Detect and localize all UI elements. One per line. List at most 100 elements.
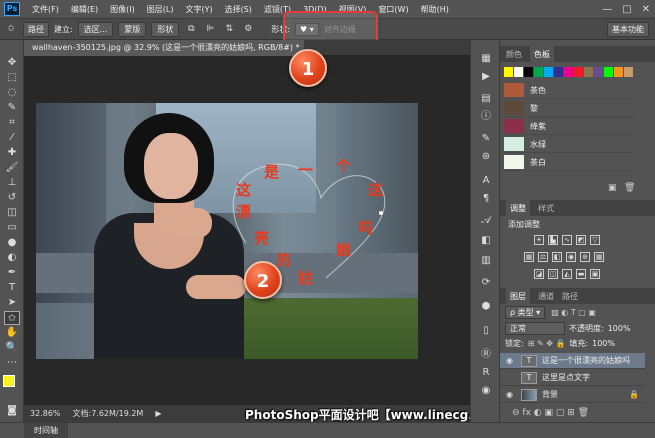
swatch-cell[interactable]	[604, 67, 613, 77]
crop-tool-icon[interactable]: ⌗	[4, 116, 20, 130]
swatch-row[interactable]: 茶色	[504, 82, 634, 99]
tab-channels[interactable]: 通道	[538, 291, 554, 302]
shape-button[interactable]: 形状	[151, 21, 180, 37]
blur-tool-icon[interactable]: ●	[4, 236, 20, 250]
swatch-cell[interactable]	[554, 67, 563, 77]
brush-panel-icon[interactable]: ✎	[478, 132, 494, 146]
posterize-icon[interactable]: ◫	[548, 269, 558, 279]
path-operations-icon[interactable]: ⧉	[184, 22, 198, 36]
menu-window[interactable]: 窗口(W)	[372, 4, 414, 15]
zoom-tool-icon[interactable]: 🔍	[4, 341, 20, 355]
invert-icon[interactable]: ◪	[534, 269, 544, 279]
custom-shape-tool-active-icon[interactable]: ✩	[4, 311, 20, 325]
menu-layer[interactable]: 图层(L)	[141, 4, 180, 15]
tool-mode-select[interactable]: 路径	[23, 21, 49, 37]
threshold-icon[interactable]: ◭	[562, 269, 572, 279]
swatch-cell[interactable]	[524, 67, 533, 77]
menu-file[interactable]: 文件(F)	[26, 4, 65, 15]
actions-panel-icon[interactable]: ▶	[478, 70, 494, 84]
tab-paths[interactable]: 路径	[562, 291, 578, 302]
selection-button[interactable]: 选区...	[77, 21, 114, 37]
r-panel-icon[interactable]: R	[478, 366, 494, 380]
more-tools-icon[interactable]: ⋯	[4, 356, 20, 370]
tab-layers[interactable]: 图层	[506, 287, 530, 305]
eyedropper-tool-icon[interactable]: ⁄	[4, 131, 20, 145]
menu-image[interactable]: 图像(I)	[104, 4, 141, 15]
gradient-tool-icon[interactable]: ▭	[4, 221, 20, 235]
layer-footer-icons[interactable]: ⊖ fx ◐ ▣ ▢ ⊞ 🗑	[512, 408, 589, 418]
quick-mask-icon[interactable]: ◙	[4, 404, 20, 418]
paragraph-panel-icon[interactable]: ¶	[478, 192, 494, 206]
type-tool-icon[interactable]: T	[4, 281, 20, 295]
menu-select[interactable]: 选择(S)	[219, 4, 258, 15]
selective-color-icon[interactable]: ▣	[590, 269, 600, 279]
stamp-tool-icon[interactable]: ⊥	[4, 176, 20, 190]
path-alignment-icon[interactable]: ⊫	[203, 22, 217, 36]
zoom-level[interactable]: 32.86%	[30, 409, 61, 418]
photo-filter-icon[interactable]: ◉	[566, 252, 576, 262]
swatch-cell[interactable]	[534, 67, 543, 77]
move-tool-icon[interactable]: ✥	[4, 56, 20, 70]
menu-type[interactable]: 文字(Y)	[179, 4, 218, 15]
layer-row[interactable]: ◉ T 这是一个很漂亮的姑娘吗	[500, 353, 645, 369]
info-panel-icon[interactable]: ⓘ	[478, 110, 494, 124]
gradient-map-icon[interactable]: ▬	[576, 269, 586, 279]
tab-swatches[interactable]: 色板	[530, 45, 554, 63]
document-tab[interactable]: wallhaven-350125.jpg @ 32.9% (这是一个很漂亮的姑娘…	[24, 40, 304, 56]
note-panel-icon[interactable]: ◉	[478, 384, 494, 398]
eraser-tool-icon[interactable]: ◫	[4, 206, 20, 220]
maximize-button[interactable]: □	[617, 4, 636, 15]
quick-select-tool-icon[interactable]: ✎	[4, 101, 20, 115]
history-panel-icon[interactable]: ▦	[478, 52, 494, 66]
swatch-cell[interactable]	[564, 67, 573, 77]
eye-icon[interactable]: ◉	[506, 390, 516, 399]
gear-icon[interactable]: ⚙	[241, 22, 255, 36]
swatch-cell[interactable]	[584, 67, 593, 77]
swatch-row[interactable]: 水绿	[504, 136, 634, 153]
channel-mixer-icon[interactable]: ⊕	[580, 252, 590, 262]
close-button[interactable]: ✕	[637, 4, 655, 15]
vibrance-icon[interactable]: ▽	[590, 235, 600, 245]
status-menu-arrow-icon[interactable]: ▶	[155, 409, 161, 418]
workspace-select[interactable]: 基本功能	[607, 21, 649, 37]
character-panel-icon[interactable]: A	[478, 174, 494, 188]
menu-edit[interactable]: 编辑(E)	[65, 4, 104, 15]
dodge-tool-icon[interactable]: ◐	[4, 251, 20, 265]
pen-tool-icon[interactable]: ✒	[4, 266, 20, 280]
menu-help[interactable]: 帮助(H)	[415, 4, 455, 15]
brush-tool-icon[interactable]: 🖌	[4, 161, 20, 175]
mask-button[interactable]: 蒙版	[118, 21, 147, 37]
opacity-value[interactable]: 100%	[608, 324, 631, 333]
marquee-tool-icon[interactable]: ⬚	[4, 71, 20, 85]
blend-mode-select[interactable]: 正常	[505, 322, 565, 335]
swatch-cell[interactable]	[614, 67, 623, 77]
tab-styles[interactable]: 样式	[538, 203, 554, 214]
hand-tool-icon[interactable]: ✋	[4, 326, 20, 340]
tab-color[interactable]: 颜色	[506, 49, 522, 60]
tab-adjustments[interactable]: 调整	[506, 199, 530, 217]
path-arrangement-icon[interactable]: ⇅	[222, 22, 236, 36]
swatch-cell[interactable]	[594, 67, 603, 77]
swatch-cell[interactable]	[544, 67, 553, 77]
bw-icon[interactable]: ◧	[552, 252, 562, 262]
fill-value[interactable]: 100%	[592, 339, 615, 348]
layer-row[interactable]: ◉ 背景 🔒	[500, 387, 645, 403]
timeline-panel-icon[interactable]: ⟳	[478, 276, 494, 290]
healing-tool-icon[interactable]: ✚	[4, 146, 20, 160]
color-balance-icon[interactable]: ⚖	[538, 252, 548, 262]
properties-panel-icon[interactable]: ▤	[478, 92, 494, 106]
swatch-cell[interactable]	[574, 67, 583, 77]
lasso-tool-icon[interactable]: ◌	[4, 86, 20, 100]
foreground-color-swatch[interactable]	[3, 375, 15, 387]
color-lookup-icon[interactable]: ▦	[594, 252, 604, 262]
brightness-icon[interactable]: ☀	[534, 235, 544, 245]
swatch-row[interactable]: 黎	[504, 100, 634, 117]
glyphs-panel-icon[interactable]: 𝒜	[478, 214, 494, 228]
styles-panel-icon[interactable]: ◧	[478, 234, 494, 248]
custom-shape-tool-icon[interactable]: ✩	[4, 22, 18, 36]
hue-icon[interactable]: ▦	[524, 252, 534, 262]
3d-panel-icon[interactable]: ⬢	[478, 300, 494, 314]
swatch-cell[interactable]	[624, 67, 633, 77]
clone-source-icon[interactable]: ⊛	[478, 150, 494, 164]
lock-icons[interactable]: ⊞ ✎ ✥ 🔒	[528, 339, 566, 348]
